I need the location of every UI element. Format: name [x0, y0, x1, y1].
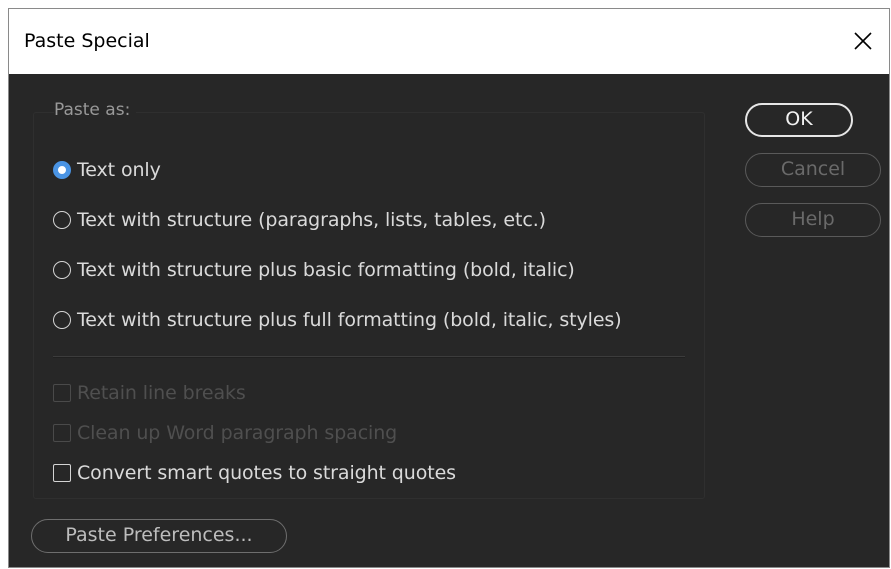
radio-button[interactable]	[53, 311, 71, 329]
radio-text-only[interactable]: Text only	[53, 156, 161, 184]
checkbox-clean-up-word-spacing: Clean up Word paragraph spacing	[53, 419, 397, 447]
title-bar: Paste Special	[9, 9, 889, 74]
radio-button-selected[interactable]	[53, 161, 71, 179]
radio-text-with-structure[interactable]: Text with structure (paragraphs, lists, …	[53, 206, 546, 234]
checkbox	[53, 424, 71, 442]
close-button[interactable]	[839, 9, 889, 74]
radio-label: Text with structure (paragraphs, lists, …	[77, 209, 546, 231]
paste-special-dialog: Paste Special Paste as: Text only Text w…	[8, 8, 890, 568]
checkbox-label: Convert smart quotes to straight quotes	[77, 462, 456, 484]
paste-preferences-button[interactable]: Paste Preferences...	[31, 519, 287, 553]
checkbox-label: Retain line breaks	[77, 382, 246, 404]
radio-full-formatting[interactable]: Text with structure plus full formatting…	[53, 306, 622, 334]
paste-as-label: Paste as:	[54, 99, 137, 121]
close-icon	[854, 32, 872, 50]
radio-label: Text with structure plus full formatting…	[77, 309, 622, 331]
checkbox-label: Clean up Word paragraph spacing	[77, 422, 398, 444]
dialog-title: Paste Special	[24, 30, 150, 52]
radio-basic-formatting[interactable]: Text with structure plus basic formattin…	[53, 256, 575, 284]
radio-label: Text with structure plus basic formattin…	[77, 259, 575, 281]
cancel-button[interactable]: Cancel	[745, 153, 881, 187]
radio-button[interactable]	[53, 211, 71, 229]
radio-label: Text only	[77, 159, 161, 181]
checkbox	[53, 384, 71, 402]
help-button[interactable]: Help	[745, 203, 881, 237]
checkbox-retain-line-breaks: Retain line breaks	[53, 379, 246, 407]
checkbox-convert-smart-quotes[interactable]: Convert smart quotes to straight quotes	[53, 459, 456, 487]
separator	[53, 356, 685, 358]
dialog-body: Paste as: Text only Text with structure …	[9, 74, 889, 567]
radio-button[interactable]	[53, 261, 71, 279]
ok-button[interactable]: OK	[745, 103, 853, 137]
checkbox[interactable]	[53, 464, 71, 482]
